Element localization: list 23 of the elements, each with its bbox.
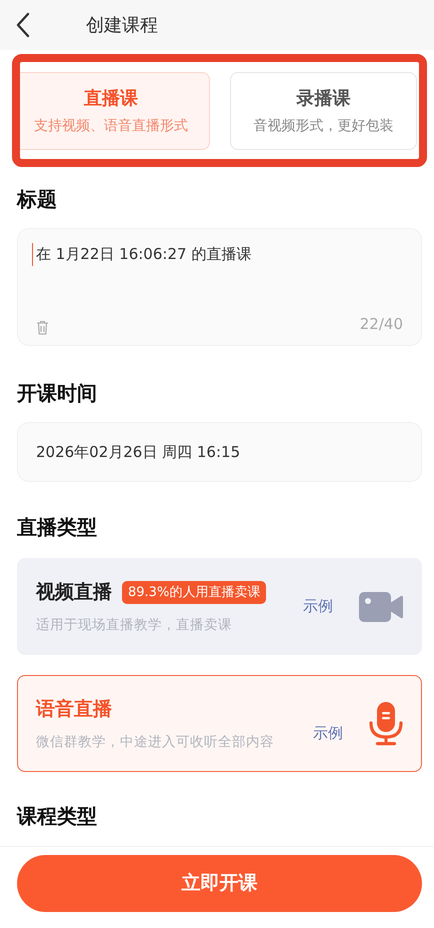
live-type-card[interactable]: 视频直播 89.3%的人用直播卖课 适用于现场直播教学，直播卖课 示例 (17, 558, 422, 655)
example-link[interactable]: 示例 (303, 595, 333, 618)
video-camera-icon (359, 592, 403, 622)
option-title: 视频直播 (36, 580, 112, 606)
character-counter: 22/40 (360, 314, 403, 334)
microphone-icon (369, 702, 403, 746)
section-heading: 直播类型 (17, 517, 98, 537)
option-description: 微信群教学，中途进入可收听全部内容 (36, 732, 274, 752)
tag: 89.3%的人用直播卖课 (122, 580, 266, 604)
page-title: 创建课程 (86, 14, 158, 38)
section-heading: 课程类型 (17, 806, 98, 826)
example-link[interactable]: 示例 (313, 722, 343, 745)
option-title: 语音直播 (36, 697, 112, 722)
back-icon (16, 12, 30, 38)
start-course-button[interactable]: 立即开课 (17, 855, 422, 912)
course-kind-tab[interactable]: 录播课 音视频形式，更好包装 (230, 72, 417, 150)
section-heading: 开课时间 (17, 383, 98, 403)
option-description: 适用于现场直播教学，直播卖课 (36, 616, 233, 635)
date-time-field[interactable]: 2026年02月26日 周四 16:15 (17, 422, 422, 482)
title-input-field[interactable]: 在 1月22日 16:06:27 的直播课 22/40 (17, 228, 422, 346)
live-type-card[interactable]: 语音直播 微信群教学，中途进入可收听全部内容 示例 (17, 675, 422, 772)
course-kind-tab[interactable]: 直播课 支持视频、语音直播形式 (20, 72, 210, 150)
section-heading: 标题 (17, 189, 58, 209)
